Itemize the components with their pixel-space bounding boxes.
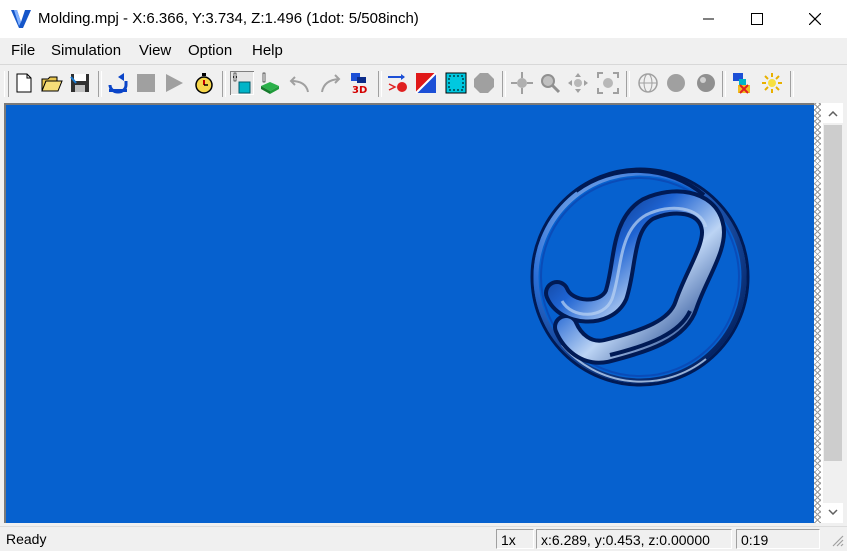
zoom-level: 1x [496,529,534,549]
v-logo-icon [11,10,31,28]
chevron-up-icon [828,111,838,117]
toolbar-separator [790,71,794,97]
new-button[interactable] [12,71,36,95]
color-settings-button[interactable] [730,71,754,95]
open-button[interactable] [40,71,64,95]
play-button[interactable] [162,71,186,95]
molded-part-render [530,167,750,387]
select-region-button[interactable] [444,71,468,95]
color-split-button[interactable] [414,71,438,95]
light-icon [762,73,782,93]
zoom-icon [541,74,561,94]
rewind-button[interactable] [106,71,130,95]
stopwatch-icon [195,73,213,94]
minimize-icon [703,18,714,20]
open-folder-icon [41,76,63,92]
status-bar: Ready 1x x:6.289, y:0.453, z:0.00000 0:1… [0,526,847,551]
light-button[interactable] [760,71,784,95]
view-3d-icon: 3D [351,73,367,95]
color-split-icon [415,72,437,94]
close-button[interactable] [792,0,838,38]
octagon-icon [474,73,494,93]
save-button[interactable] [68,71,92,95]
toolbar-separator [222,71,226,97]
toolpath-icon [388,74,407,92]
tool-view-button[interactable] [230,71,254,95]
tool-view-icon [233,72,251,94]
pan-icon [511,72,533,94]
elapsed-time: 0:19 [736,529,820,549]
tool-solid-icon [261,72,279,94]
toolbar-separator [98,71,102,97]
stop-button[interactable] [134,71,158,95]
status-text: Ready [6,531,47,547]
sphere-shaded-icon [697,74,715,92]
resize-grip-icon[interactable] [830,533,844,547]
toolbar-separator [502,71,506,97]
stop-icon [137,74,155,92]
toolpath-button[interactable] [386,71,410,95]
rotate-right-icon [321,74,341,93]
fit-button[interactable] [596,71,620,95]
menu-simulation[interactable]: Simulation [51,42,121,59]
toolbar-separator [626,71,630,97]
refresh-icon [108,73,128,94]
octagon-button[interactable] [472,71,496,95]
toolbar-grip[interactable] [4,71,9,97]
play-icon [166,74,183,92]
window-title: Molding.mpj - X:6.366, Y:3.734, Z:1.496 … [38,10,419,27]
select-region-icon [445,72,467,94]
cursor-coordinates: x:6.289, y:0.453, z:0.00000 [536,529,732,549]
stopwatch-button[interactable] [192,71,216,95]
menu-file[interactable]: File [11,42,35,59]
sphere-flat-icon [667,74,685,92]
scrollbar-thumb[interactable] [824,125,842,461]
sphere-shaded-button[interactable] [694,71,718,95]
save-icon [70,74,89,92]
sphere-wire-button[interactable] [636,71,660,95]
view-3d-button[interactable]: 3D [348,71,372,95]
sphere-wire-icon [638,73,658,93]
rotate-right-button[interactable] [318,71,342,95]
chevron-down-icon [828,509,838,515]
toolbar-separator [378,71,382,97]
new-document-icon [16,73,32,93]
maximize-icon [751,13,763,25]
toolbar: 3D [0,64,847,103]
toolbar-separator [722,71,726,97]
title-bar: Molding.mpj - X:6.366, Y:3.734, Z:1.496 … [0,0,847,38]
simulation-viewport[interactable] [4,103,814,523]
pan-button[interactable] [510,71,534,95]
rotate-left-icon [289,76,309,93]
color-settings-icon [733,73,750,94]
fit-icon [597,72,619,94]
menu-option[interactable]: Option [188,42,232,59]
menu-bar: File Simulation View Option Help [0,38,847,64]
svg-text:3D: 3D [352,85,367,95]
move-button[interactable] [566,71,590,95]
scroll-up-button[interactable] [823,105,843,123]
scroll-down-button[interactable] [823,503,843,521]
sphere-flat-button[interactable] [664,71,688,95]
vertical-scrollbar[interactable] [814,103,843,523]
menu-view[interactable]: View [139,42,171,59]
minimize-button[interactable] [686,0,732,38]
zoom-button[interactable] [538,71,562,95]
splitter-hatch[interactable] [814,103,821,523]
maximize-button[interactable] [734,0,780,38]
move-icon [568,73,588,93]
tool-solid-button[interactable] [258,71,282,95]
menu-help[interactable]: Help [252,42,283,59]
rotate-left-button[interactable] [288,71,312,95]
close-icon [809,13,821,25]
